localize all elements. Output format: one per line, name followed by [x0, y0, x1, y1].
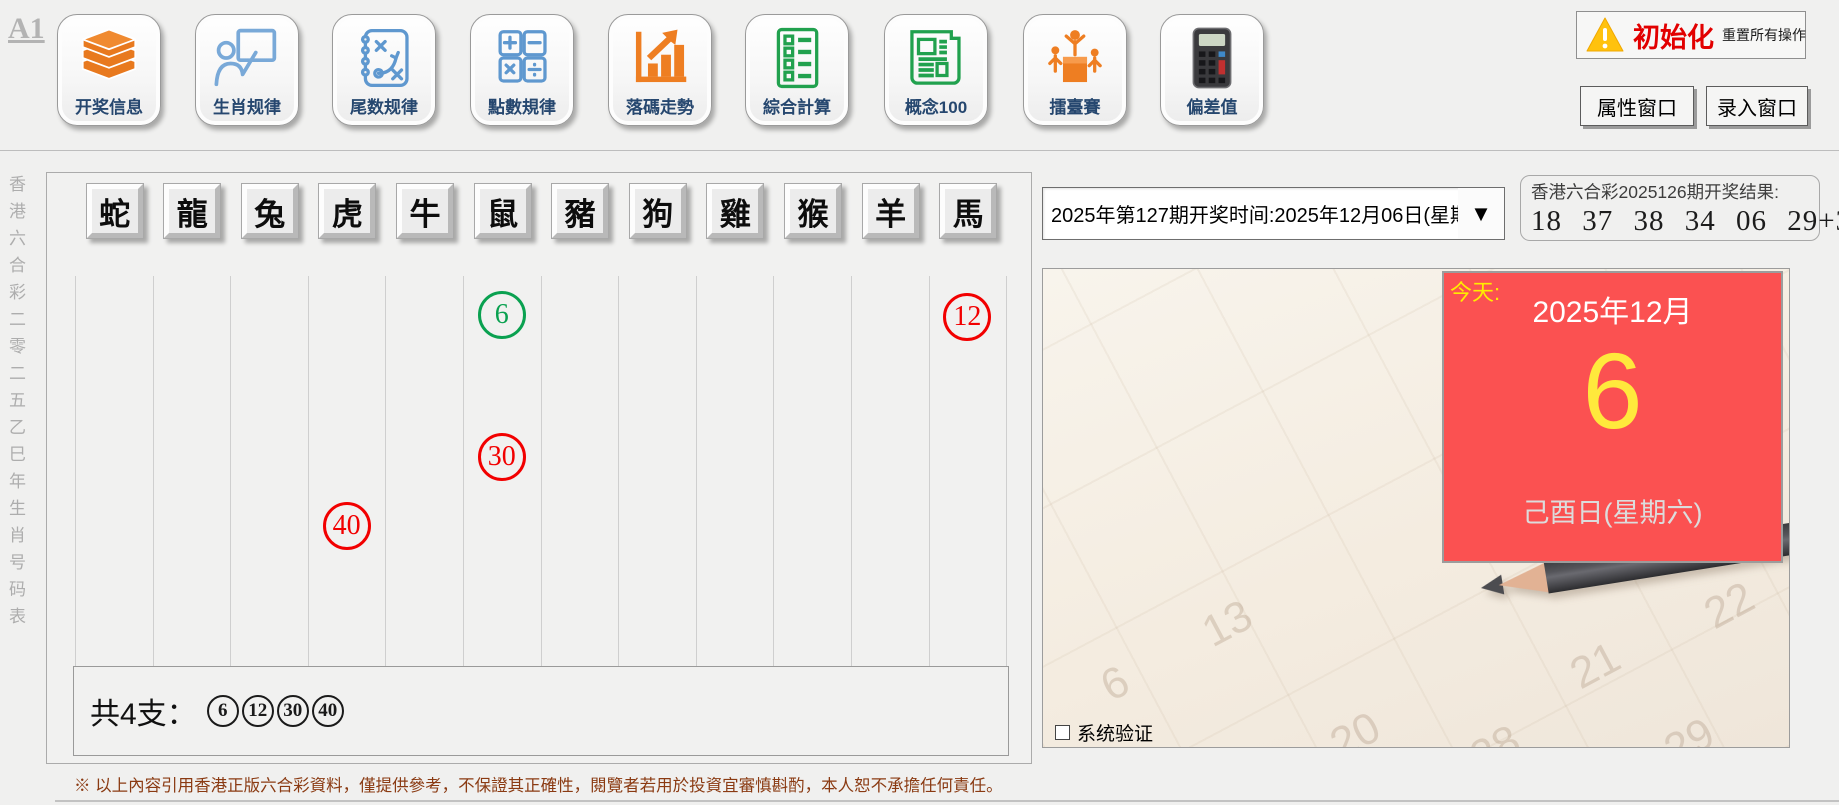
faint-calendar-number: 29 [1656, 708, 1723, 748]
grid-column-line [851, 276, 852, 701]
strategy-icon [349, 23, 419, 98]
bottom-divider [55, 800, 1839, 802]
faint-calendar-number: 13 [1194, 590, 1261, 657]
period-dropdown-value: 2025年第127期开奖时间:2025年12月06日(星期六) [1051, 205, 1458, 227]
zodiac-button-7[interactable]: 豬 [551, 183, 610, 239]
newspaper-icon [901, 23, 971, 98]
toolbar-button-zodiac-rules[interactable]: 生肖规律 [195, 14, 299, 126]
checklist-icon [762, 23, 832, 98]
faint-calendar-number: 22 [1696, 572, 1763, 639]
grid-mark: 40 [322, 502, 371, 550]
zodiac-button-10[interactable]: 猴 [784, 183, 842, 239]
properties-window-button[interactable]: 属性窗口 [1580, 86, 1694, 126]
period-dropdown[interactable]: 2025年第127期开奖时间:2025年12月06日(星期六) ▼ [1042, 187, 1505, 240]
grid-column-line [75, 276, 76, 701]
toolbar-button-point-rules[interactable]: 點數規律 [470, 14, 574, 126]
initialize-subtitle: 重置所有操作 [1722, 27, 1806, 43]
checkbox-icon[interactable] [1055, 725, 1070, 740]
summary-box: 共4支： 6 12 30 40 [73, 666, 1009, 756]
grid-column-line [540, 276, 542, 701]
result-numbers: 18 37 38 34 06 29+39 [1531, 205, 1839, 237]
grid-column-line [152, 276, 154, 701]
system-verify-checkbox[interactable]: 系统验证 [1055, 719, 1153, 746]
podium-icon [1040, 23, 1110, 98]
faint-calendar-number: 28 [1462, 715, 1529, 747]
calendar-day-detail: 己酉日(星期六) [1522, 498, 1703, 528]
toolbar-button-lottery-info[interactable]: 开奖信息 [57, 14, 161, 126]
zodiac-button-1[interactable]: 蛇 [85, 183, 144, 239]
zodiac-button-11[interactable]: 羊 [861, 183, 920, 239]
calculator-icon [1177, 23, 1247, 98]
corner-label: A1 [8, 12, 45, 45]
system-verify-label: 系统验证 [1077, 724, 1154, 745]
summary-number: 6 [206, 695, 239, 727]
calendar-day: 6 [1582, 330, 1643, 451]
chevron-down-icon[interactable]: ▼ [1458, 188, 1504, 239]
grid-mark: 12 [943, 293, 992, 341]
summary-number: 30 [276, 695, 309, 727]
trend-chart-icon [625, 23, 695, 98]
result-title: 香港六合彩2025126期开奖结果: [1531, 182, 1779, 202]
grid-mark: 6 [477, 291, 526, 339]
zodiac-panel: 蛇龍兔虎牛鼠豬狗雞猴羊馬 6 30 40 12 共4支： 6 12 30 40 [46, 172, 1032, 764]
presenter-icon [212, 23, 282, 98]
faint-calendar-number: 20 [1322, 702, 1389, 748]
initialize-label: 初始化 [1633, 22, 1714, 53]
zodiac-button-4[interactable]: 虎 [318, 183, 377, 239]
grid-column-line [385, 276, 387, 701]
zodiac-button-8[interactable]: 狗 [628, 183, 687, 239]
zodiac-button-5[interactable]: 牛 [396, 183, 454, 239]
warning-icon [1585, 16, 1625, 54]
summary-label: 共4支： [90, 698, 197, 731]
app-window: A1 开奖信息 生肖规律 尾数规律 點數規律 落碼走勢 綜合計算 概念100 擂… [0, 0, 1839, 805]
zodiac-button-9[interactable]: 雞 [706, 183, 765, 239]
calendar-panel: 613142021222928 今天: 2025年12月 6 己酉日(星期六) … [1042, 268, 1790, 748]
math-ops-icon [487, 23, 557, 98]
zodiac-button-3[interactable]: 兔 [240, 183, 299, 239]
toolbar-button-arena[interactable]: 擂臺賽 [1023, 14, 1127, 126]
toolbar-button-trend[interactable]: 落碼走勢 [608, 14, 712, 126]
left-vertical-title: 香港六合彩二零二五乙巳年生肖号码表 [6, 175, 25, 634]
faint-calendar-number: 21 [1562, 632, 1629, 699]
summary-number: 12 [241, 695, 274, 727]
zodiac-grid: 6 30 40 12 [75, 276, 1008, 701]
disclaimer-text: ※ 以上內容引用香港正版六合彩資料，僅提供參考，不保證其正確性，閱覽者若用於投資… [74, 777, 1003, 795]
today-card: 今天: 2025年12月 6 己酉日(星期六) [1442, 271, 1783, 563]
top-divider [0, 150, 1839, 151]
grid-column-line [1006, 276, 1008, 701]
initialize-button[interactable]: 初始化 重置所有操作 [1576, 11, 1806, 59]
grid-column-line [307, 276, 309, 701]
result-panel: 香港六合彩2025126期开奖结果: 18 37 38 34 06 29+39 [1520, 175, 1839, 241]
zodiac-button-2[interactable]: 龍 [163, 183, 222, 239]
entry-window-button[interactable]: 录入窗口 [1706, 86, 1808, 126]
grid-mark: 30 [477, 433, 526, 481]
grid-column-line [928, 276, 930, 701]
toolbar-button-concept100[interactable]: 概念100 [884, 14, 988, 126]
summary-number: 40 [311, 695, 344, 727]
faint-calendar-number: 6 [1092, 656, 1138, 711]
grid-column-line [230, 276, 232, 701]
zodiac-button-6[interactable]: 鼠 [473, 183, 532, 239]
toolbar-button-deviation[interactable]: 偏差值 [1160, 14, 1264, 126]
zodiac-button-12[interactable]: 馬 [939, 183, 998, 239]
grid-column-line [695, 276, 697, 701]
grid-column-line [773, 276, 775, 701]
toolbar-button-calc[interactable]: 綜合計算 [745, 14, 849, 126]
toolbar-button-tail-rules[interactable]: 尾数规律 [332, 14, 436, 126]
grid-column-line [618, 276, 620, 701]
books-icon [74, 23, 144, 98]
grid-column-line [463, 276, 464, 701]
